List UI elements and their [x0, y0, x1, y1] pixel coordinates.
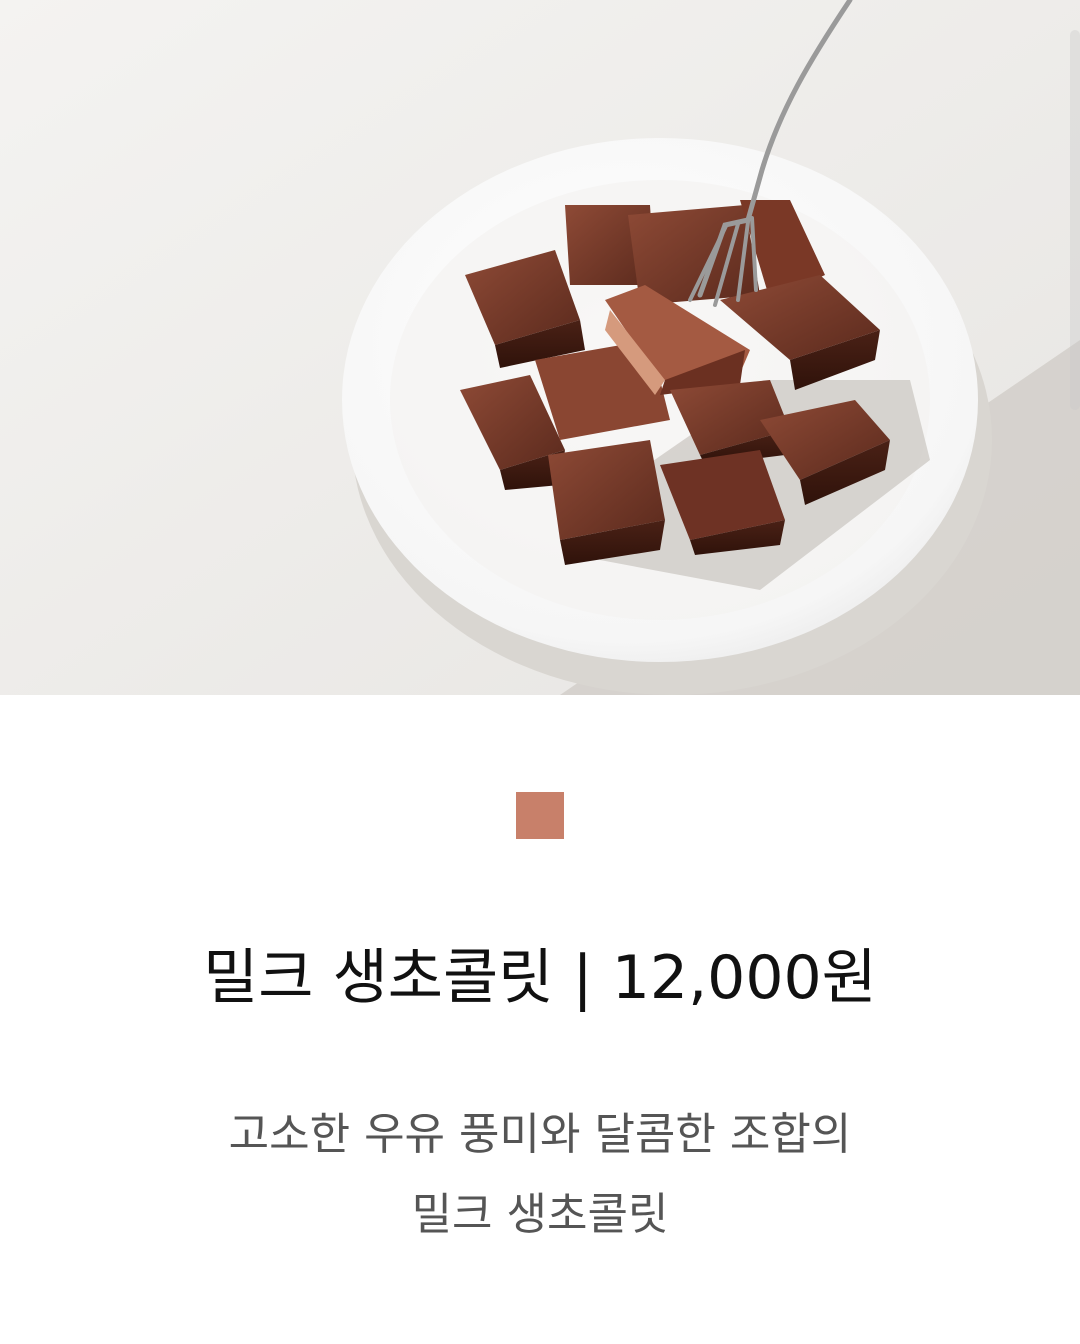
product-description: 고소한 우유 풍미와 달콤한 조합의 밀크 생초콜릿: [0, 1100, 1080, 1260]
image-scrollbar: [1070, 30, 1080, 410]
product-page: 밀크 생초콜릿 | 12,000원 고소한 우유 풍미와 달콤한 조합의 밀크 …: [0, 0, 1080, 1344]
description-line-1: 고소한 우유 풍미와 달콤한 조합의: [228, 1109, 852, 1160]
color-swatch: [516, 792, 564, 839]
product-image: [0, 0, 1080, 695]
description-line-2: 밀크 생초콜릿: [411, 1189, 669, 1240]
product-title: 밀크 생초콜릿 | 12,000원: [203, 943, 877, 1014]
